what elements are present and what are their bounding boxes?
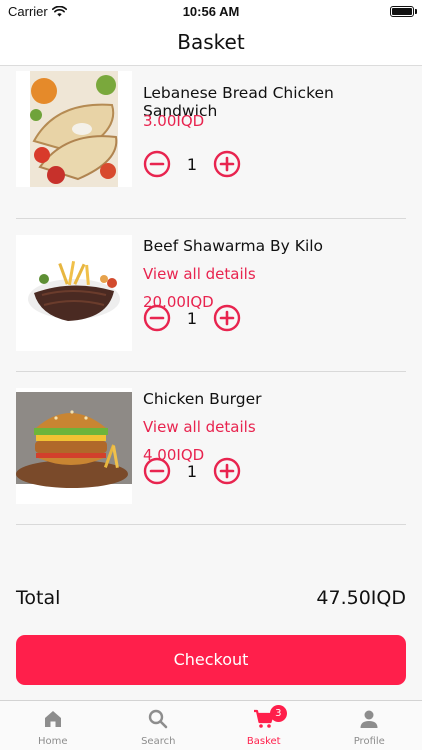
beef-shawarma-image [16,235,132,351]
decrease-button[interactable] [143,457,171,485]
quantity-value: 1 [186,154,198,174]
quantity-stepper: 1 [143,457,241,485]
basket-item: Beef Shawarma By Kilo View all details 2… [16,219,406,372]
tab-label: Basket [246,736,281,747]
nav-bar: Basket [0,24,422,66]
decrease-button[interactable] [143,150,171,178]
tab-label: Home [37,736,68,747]
tab-bar: Home Search 3 Basket Profile [0,700,422,750]
tab-search[interactable]: Search [106,701,212,750]
chicken-wrap-image [16,71,132,187]
basket-item: Lebanese Bread Chicken Sandwich 3.00IQD … [16,66,406,219]
increase-button[interactable] [213,150,241,178]
quantity-stepper: 1 [143,304,241,332]
increase-button[interactable] [213,304,241,332]
status-time: 10:56 AM [182,4,240,19]
quantity-stepper: 1 [143,150,241,178]
search-icon [149,709,168,729]
item-name: Lebanese Bread Chicken Sandwich [143,84,334,120]
total-label: Total [16,587,61,609]
basket-count-badge: 3 [269,705,287,722]
decrease-button[interactable] [143,304,171,332]
tab-label: Search [141,736,176,747]
increase-button[interactable] [213,457,241,485]
item-name: Chicken Burger [143,390,262,408]
tab-label: Profile [353,736,385,747]
quantity-value: 1 [186,308,198,328]
view-details-link[interactable]: View all details [143,265,406,293]
basket-item: Chicken Burger View all details 4.00IQD … [16,372,406,525]
quantity-value: 1 [186,461,198,481]
view-details-link[interactable]: View all details [143,418,406,446]
status-bar: Carrier 10:56 AM [0,0,422,24]
home-icon [44,711,61,727]
checkout-button[interactable]: Checkout [16,635,406,685]
item-name: Beef Shawarma By Kilo [143,237,324,255]
chicken-burger-image [16,388,132,504]
item-info: Lebanese Bread Chicken Sandwich 3.00IQD [143,84,406,140]
total-row: Total 47.50IQD [16,587,406,609]
tab-basket[interactable]: 3 Basket [211,701,317,750]
total-value: 47.50IQD [316,587,406,609]
tab-profile[interactable]: Profile [317,701,422,750]
tab-home[interactable]: Home [0,701,106,750]
person-icon [360,710,378,728]
page-title: Basket [177,30,245,54]
basket-list: Lebanese Bread Chicken Sandwich 3.00IQD … [0,66,422,525]
item-price: 3.00IQD [143,112,205,130]
battery-icon [390,6,417,17]
